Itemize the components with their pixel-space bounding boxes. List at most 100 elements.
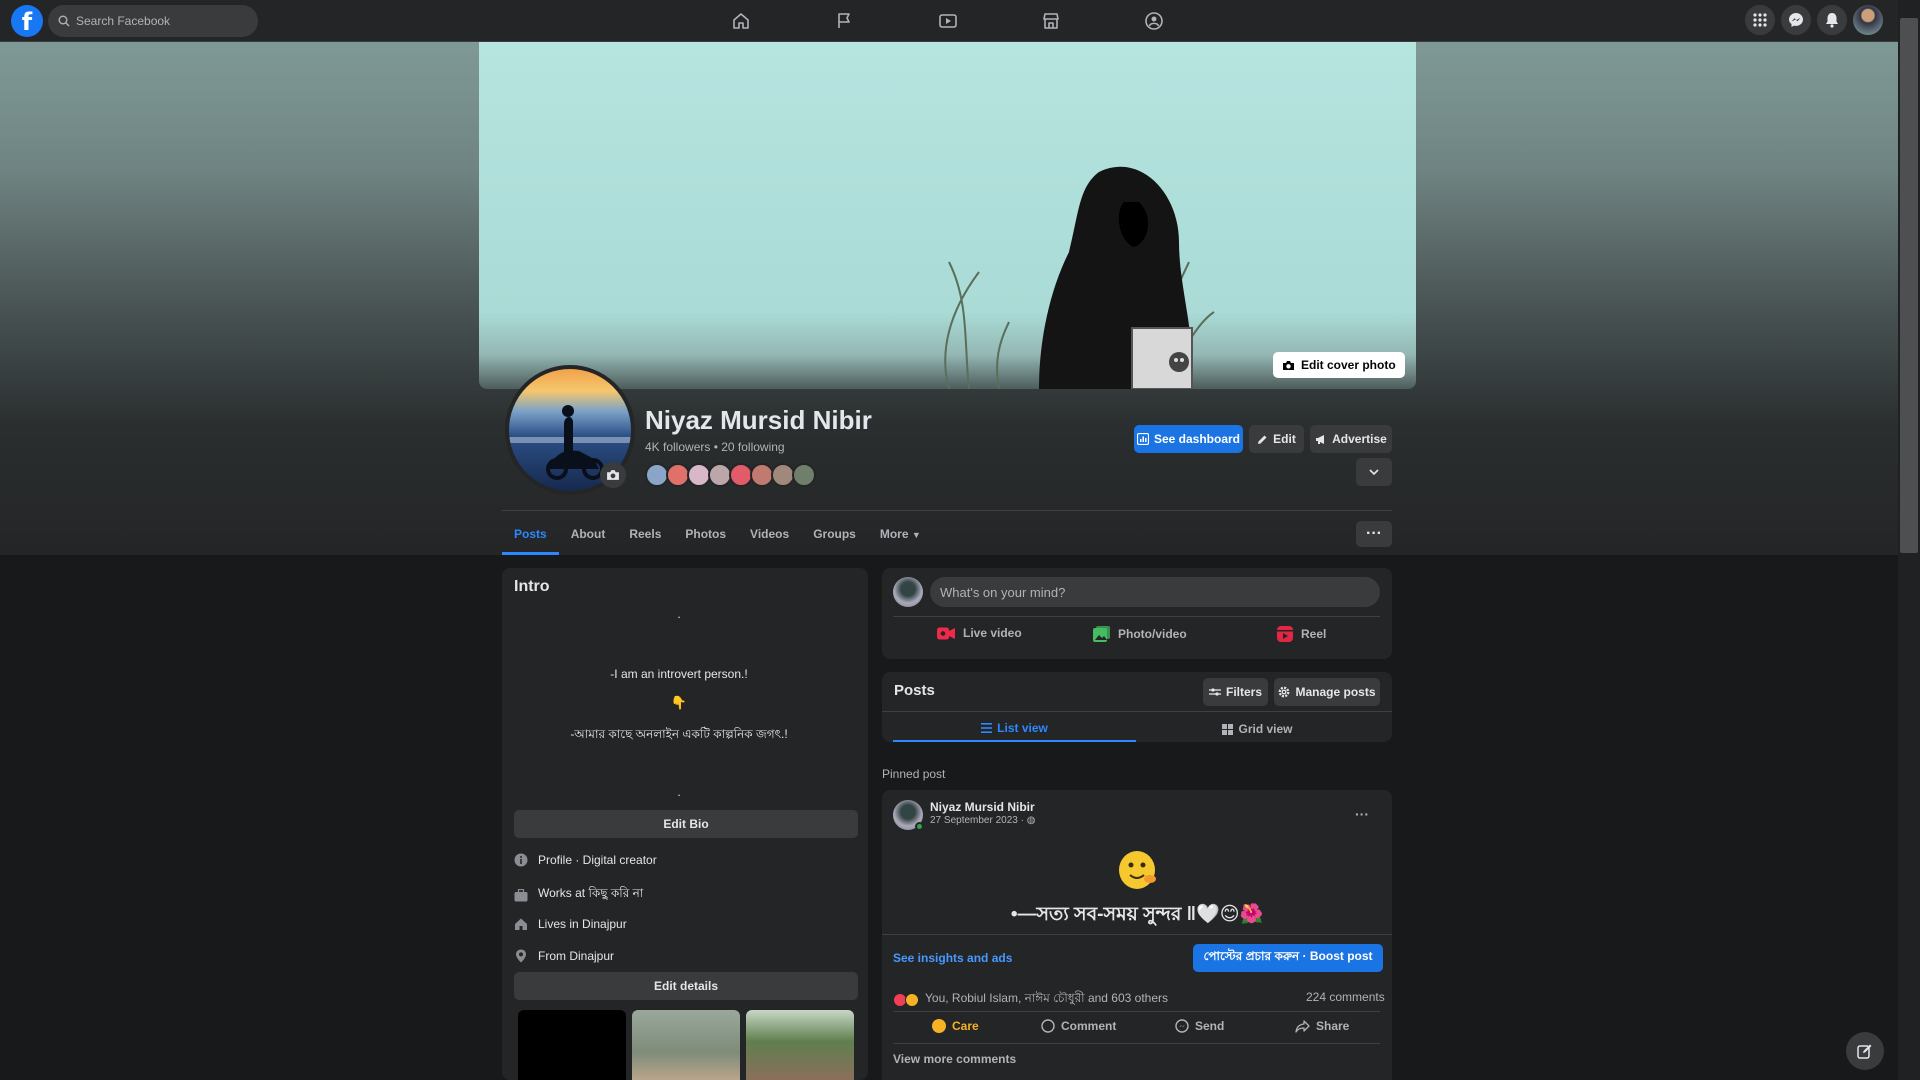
edit-bio-button[interactable]: Edit Bio (514, 810, 858, 838)
reactions-summary[interactable]: You, Robiul Islam, নাঈম চৌধুরী and 603 o… (893, 990, 1168, 1010)
detail-text: Profile · Digital creator (538, 853, 657, 867)
post-text: •—সত্য সব-সময় সুন্দর ‖🤍😊🌺 (1010, 904, 1264, 925)
send-label: Send (1195, 1019, 1225, 1033)
new-message-button[interactable] (1846, 1032, 1884, 1070)
manage-posts-button[interactable]: Manage posts (1274, 678, 1380, 706)
profile-tabs: Posts About Reels Photos Videos Groups M… (502, 513, 933, 555)
posts-title: Posts (894, 682, 935, 699)
caret-down-icon: ▼ (911, 530, 921, 540)
reactions-text: You, Robiul Islam, নাঈম চৌধুরী and 603 o… (925, 991, 1169, 1005)
detail-profile: Profile · Digital creator (514, 853, 657, 867)
manage-posts-label: Manage posts (1295, 685, 1376, 699)
profile-follow-stats[interactable]: 4K followers • 20 following (645, 440, 785, 454)
flag-icon[interactable] (829, 7, 859, 35)
home-icon (514, 917, 528, 931)
send-button[interactable]: Send (1175, 1019, 1224, 1033)
video-icon[interactable] (933, 7, 963, 35)
featured-photo[interactable] (518, 1010, 626, 1080)
menu-grid-icon[interactable] (1745, 5, 1775, 35)
edit-details-button[interactable]: Edit details (514, 972, 858, 1000)
list-view-tab[interactable]: List view (893, 716, 1136, 742)
reel-button[interactable]: Reel (1277, 626, 1326, 642)
post-options-button[interactable]: ··· (1355, 806, 1369, 822)
live-video-label: Live video (963, 626, 1022, 640)
avatar[interactable] (893, 577, 923, 607)
reel-label: Reel (1301, 627, 1327, 641)
ellipsis-icon: ··· (1366, 525, 1382, 542)
post-card (882, 790, 1392, 1080)
post-date-text: 27 September 2023 · (930, 815, 1024, 826)
tab-posts[interactable]: Posts (502, 513, 559, 555)
tab-groups[interactable]: Groups (801, 513, 868, 555)
sticker-emoji (1114, 845, 1160, 891)
search-input[interactable] (76, 14, 246, 28)
chevron-down-icon (1369, 469, 1379, 475)
search-box[interactable] (48, 5, 258, 37)
detail-text: From Dinajpur (538, 949, 615, 963)
share-icon (1295, 1019, 1310, 1033)
post-date[interactable]: 27 September 2023 · ◍ (930, 815, 1035, 826)
tab-reels[interactable]: Reels (617, 513, 673, 555)
marketplace-icon[interactable] (1036, 7, 1066, 35)
divider (893, 616, 1380, 617)
compose-icon (1857, 1044, 1872, 1059)
comment-button[interactable]: Comment (1041, 1019, 1116, 1033)
filters-label: Filters (1225, 685, 1262, 699)
care-reaction-icon (905, 993, 919, 1007)
edit-profile-button[interactable]: Edit (1249, 425, 1304, 453)
live-video-button[interactable]: Live video (937, 626, 1022, 640)
search-icon (58, 15, 70, 27)
info-icon (514, 853, 528, 867)
bio-line: -I am an introvert person.! (610, 667, 748, 681)
care-label: Care (952, 1019, 979, 1033)
view-more-comments-link[interactable]: View more comments (893, 1052, 1016, 1066)
profile-dropdown-button[interactable] (1356, 458, 1392, 486)
advertise-button[interactable]: Advertise (1310, 425, 1392, 453)
scrollbar-thumb[interactable] (1900, 18, 1918, 553)
photo-video-button[interactable]: Photo/video (1093, 626, 1187, 642)
home-icon[interactable] (726, 7, 756, 35)
camera-icon (607, 470, 619, 480)
post-author[interactable]: Niyaz Mursid Nibir (930, 800, 1035, 814)
advertise-label: Advertise (1332, 432, 1387, 446)
comments-count[interactable]: 224 comments (1306, 990, 1385, 1004)
tab-photos[interactable]: Photos (673, 513, 738, 555)
account-avatar[interactable] (1853, 5, 1883, 35)
more-options-button[interactable]: ··· (1356, 521, 1392, 547)
detail-work: Works at কিছু করি না (514, 885, 643, 905)
share-button[interactable]: Share (1295, 1019, 1349, 1033)
messenger-icon[interactable] (1781, 5, 1811, 35)
divider (893, 1043, 1380, 1044)
tab-about[interactable]: About (559, 513, 618, 555)
intro-title: Intro (514, 578, 550, 595)
bio-line: 👇 (670, 695, 688, 710)
comment-icon (1041, 1019, 1055, 1033)
boost-post-button[interactable]: পোস্টের প্রচার করুন · Boost post (1193, 944, 1383, 972)
divider (882, 934, 1392, 935)
grid-view-tab[interactable]: Grid view (1136, 716, 1379, 742)
featured-photo[interactable] (746, 1010, 854, 1080)
filters-button[interactable]: Filters (1203, 678, 1268, 706)
edit-cover-photo-button[interactable]: Edit cover photo (1273, 352, 1405, 378)
see-dashboard-button[interactable]: See dashboard (1134, 425, 1243, 453)
friend-avatars[interactable] (645, 463, 816, 487)
featured-photo[interactable] (632, 1010, 740, 1080)
divider (882, 711, 1392, 712)
tab-more[interactable]: More ▼ (868, 513, 933, 555)
list-view-label: List view (997, 721, 1048, 735)
care-button[interactable]: Care (932, 1019, 979, 1033)
see-insights-link[interactable]: See insights and ads (893, 951, 1012, 965)
friend-avatar[interactable] (792, 463, 816, 487)
share-label: Share (1316, 1019, 1350, 1033)
cover-photo[interactable] (479, 42, 1416, 389)
groups-icon[interactable] (1139, 7, 1169, 35)
top-navigation-bar: f (0, 0, 1920, 42)
ellipsis-icon: ··· (1355, 806, 1369, 822)
whats-on-your-mind-input[interactable]: What's on your mind? (930, 577, 1380, 607)
facebook-logo[interactable]: f (11, 5, 43, 37)
profile-camera-button[interactable] (600, 462, 626, 488)
tab-videos[interactable]: Videos (738, 513, 801, 555)
photo-video-label: Photo/video (1118, 627, 1187, 641)
bell-icon[interactable] (1817, 5, 1847, 35)
tab-more-label: More (879, 527, 909, 541)
